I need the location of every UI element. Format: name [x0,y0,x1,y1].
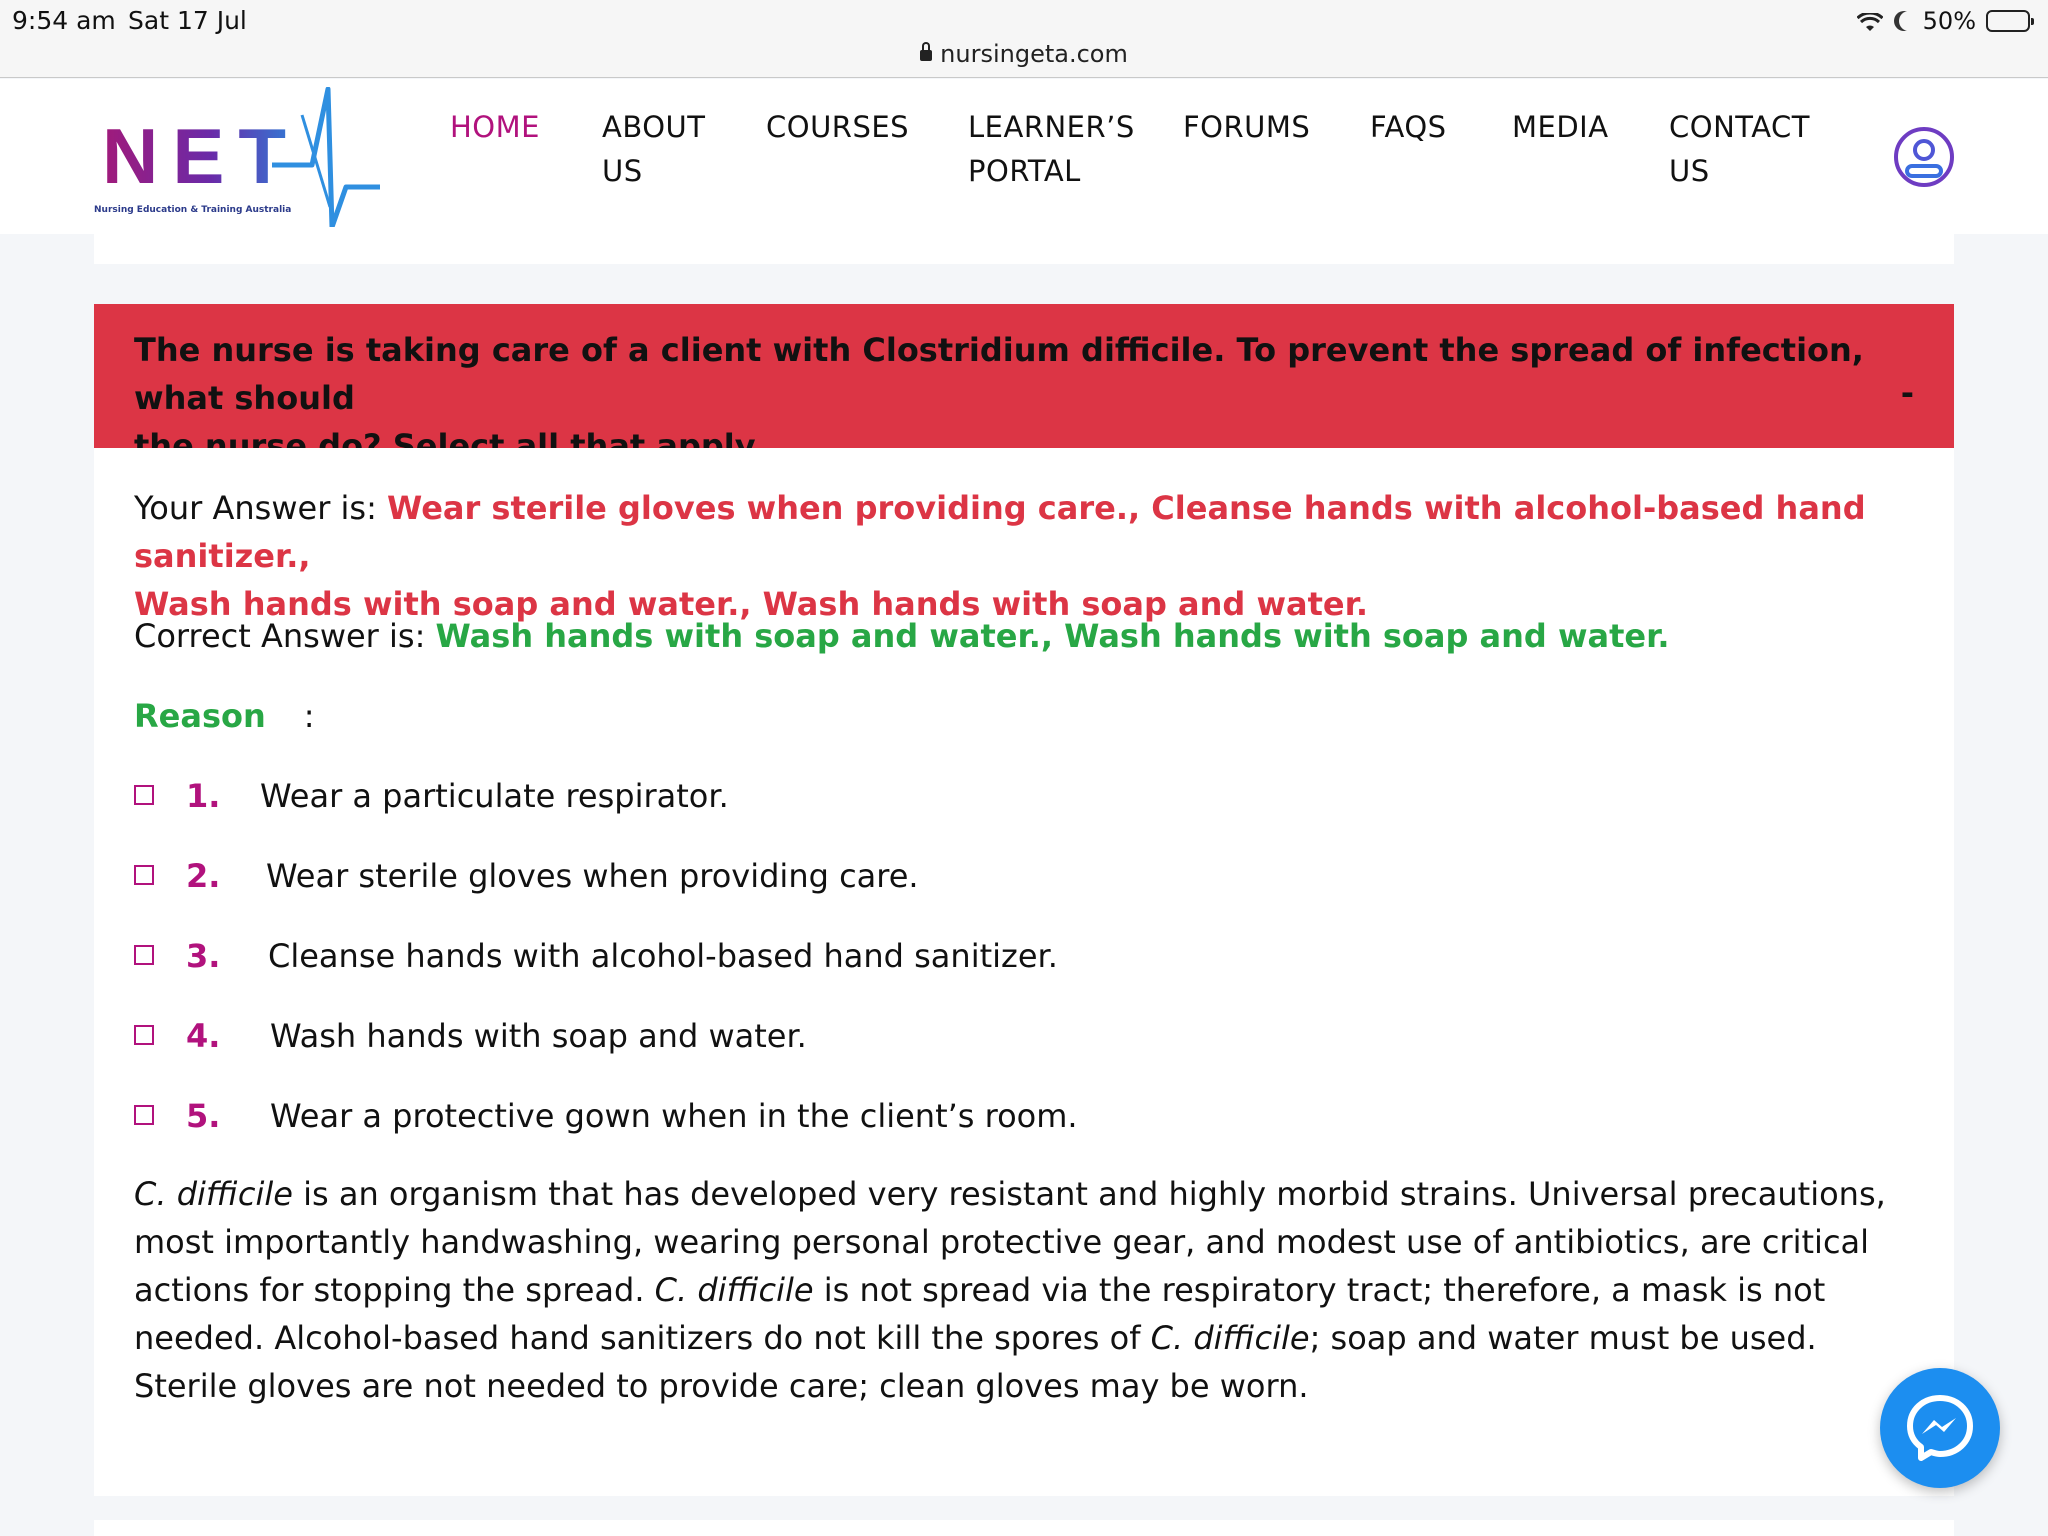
question-line-1: The nurse is taking care of a client wit… [134,331,1864,417]
site-header: NET Nursing Education & Training Austral… [0,79,2048,234]
reason-colon: : [303,697,315,735]
answer-panel: Your Answer is: Wear sterile gloves when… [94,448,1954,1496]
option-text: Wear a particulate respirator. [260,777,729,815]
status-bar: 9:54 am Sat 17 Jul nursingeta.com 50% [0,0,2048,78]
option-checkbox [134,1105,154,1125]
status-date: Sat 17 Jul [128,6,247,35]
nav-contact-us[interactable]: CONTACT US [1669,105,1810,193]
nav-courses[interactable]: COURSES [766,105,909,149]
battery-percent: 50% [1922,7,1976,35]
correct-answer-value: Wash hands with soap and water., Wash ha… [435,617,1670,655]
nav-learners-portal[interactable]: LEARNER’S PORTAL [968,105,1135,193]
option-text: Wear a protective gown when in the clien… [270,1097,1078,1135]
content-card-top [94,234,1954,264]
correct-answer: Correct Answer is: Wash hands with soap … [134,612,1670,660]
option-5: 5. Wear a protective gown when in the cl… [134,1092,1234,1140]
question-header[interactable]: The nurse is taking care of a client wit… [94,304,1954,465]
nav-learners-line2: PORTAL [968,154,1081,188]
nav-faqs-label: FAQS [1370,110,1447,144]
option-checkbox [134,865,154,885]
correct-answer-label: Correct Answer is: [134,617,436,655]
option-text: Wear sterile gloves when providing care. [266,857,919,895]
user-account-icon[interactable] [1894,127,1954,187]
option-number: 2. [186,857,221,895]
explanation-paragraph: C. difficile is an organism that has dev… [134,1170,1924,1410]
wifi-icon [1856,11,1884,31]
reason-label: Reason [134,697,266,735]
nav-about-line2: US [602,154,643,188]
nav-home-label: HOME [450,110,540,144]
collapse-toggle[interactable]: - [1901,374,1914,412]
address-bar[interactable]: nursingeta.com [0,40,2048,68]
status-time: 9:54 am [12,6,116,35]
explanation-italic-2: C. difficile [654,1271,814,1309]
messenger-icon [1907,1395,1973,1461]
option-4: 4. Wash hands with soap and water. [134,1012,1134,1060]
nav-contact-line2: US [1669,154,1710,188]
site-logo[interactable]: NET Nursing Education & Training Austral… [92,87,382,227]
nav-media-label: MEDIA [1512,110,1609,144]
your-answer: Your Answer is: Wear sterile gloves when… [134,484,1954,628]
nav-about-line1: ABOUT [602,110,706,144]
option-2: 2. Wear sterile gloves when providing ca… [134,852,1134,900]
explanation-italic-3: C. difficile [1150,1319,1310,1357]
option-number: 5. [186,1097,221,1135]
nav-home[interactable]: HOME [450,105,540,149]
option-checkbox [134,1025,154,1045]
nav-forums[interactable]: FORUMS [1183,105,1310,149]
your-answer-value-1: Wear sterile gloves when providing care.… [134,489,1866,575]
option-number: 3. [186,937,221,975]
option-checkbox [134,785,154,805]
option-text: Wash hands with soap and water. [270,1017,807,1055]
explanation-italic-1: C. difficile [134,1175,293,1213]
option-1: 1. Wear a particulate respirator. [134,772,1134,820]
option-number: 1. [186,777,221,815]
lock-icon [920,42,933,61]
option-text: Cleanse hands with alcohol-based hand sa… [268,937,1058,975]
status-indicators: 50% [1856,6,2034,36]
nav-learners-line1: LEARNER’S [968,110,1135,144]
your-answer-label: Your Answer is: [134,489,388,527]
option-3: 3. Cleanse hands with alcohol-based hand… [134,932,1134,980]
content-card-bottom [94,1520,1954,1536]
nav-faqs[interactable]: FAQS [1370,105,1447,149]
address-url: nursingeta.com [940,40,1128,68]
logo-letters: NET [102,112,300,200]
option-number: 4. [186,1017,221,1055]
battery-icon [1986,10,2034,32]
option-checkbox [134,945,154,965]
reason-heading: Reason: [134,692,315,740]
messenger-chat-button[interactable] [1880,1368,2000,1488]
nav-courses-label: COURSES [766,110,910,144]
nav-contact-line1: CONTACT [1669,110,1811,144]
nav-media[interactable]: MEDIA [1512,105,1609,149]
moon-icon [1899,11,1919,31]
logo-subtitle: Nursing Education & Training Australia [94,205,292,215]
nav-about-us[interactable]: ABOUT US [602,105,706,193]
nav-forums-label: FORUMS [1183,110,1311,144]
